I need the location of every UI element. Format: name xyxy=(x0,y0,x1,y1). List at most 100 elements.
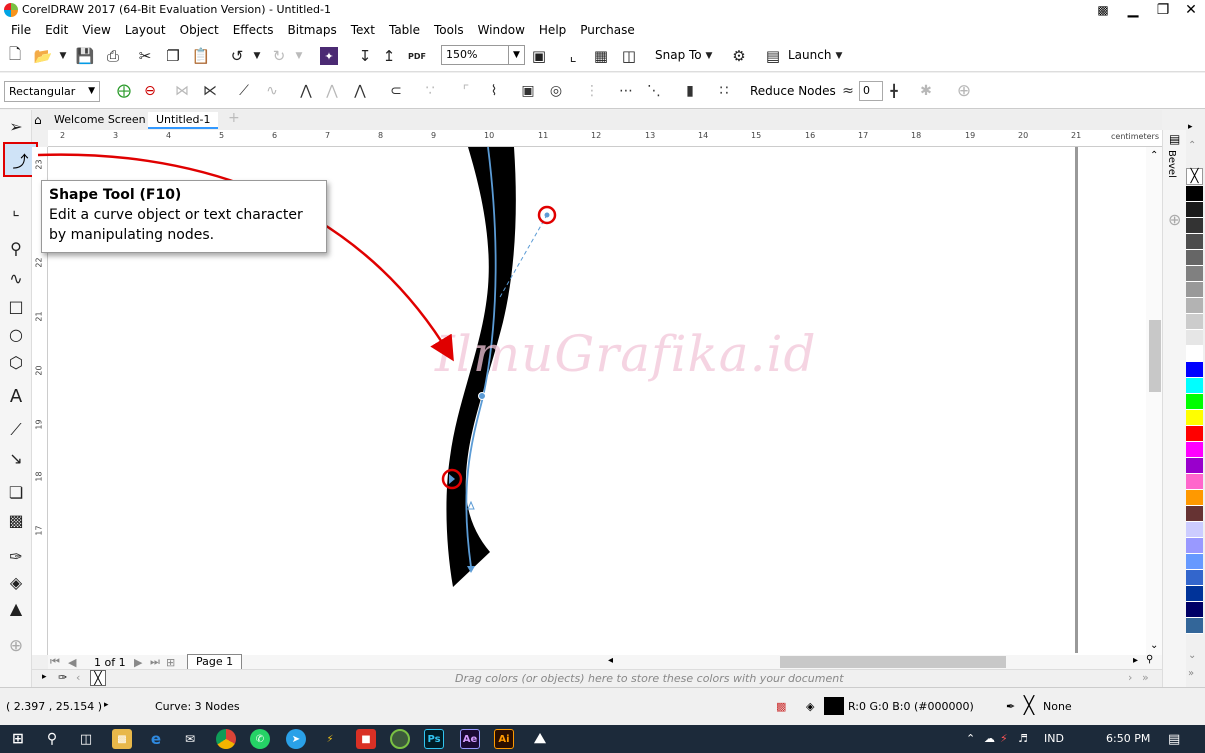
restore-button[interactable]: ❐ xyxy=(1148,0,1178,20)
no-color-swatch[interactable]: ╳ xyxy=(1186,168,1203,185)
zoom-nav-icon[interactable]: ⚲ xyxy=(1146,654,1153,665)
open-folder-icon[interactable]: 📂 xyxy=(34,47,53,65)
zoom-tool-icon[interactable]: ⚲ xyxy=(4,236,28,260)
menu-bitmaps[interactable]: Bitmaps xyxy=(281,23,344,37)
color-swatch[interactable] xyxy=(1186,330,1203,346)
tray-eyedropper-icon[interactable]: ✑ xyxy=(58,671,67,684)
action-center-icon[interactable]: ▤ xyxy=(1168,732,1180,747)
page-1-tab[interactable]: Page 1 xyxy=(187,654,243,669)
import-icon[interactable]: ↧ xyxy=(356,47,374,65)
color-swatch[interactable] xyxy=(1186,538,1203,554)
transparency-tool-icon[interactable]: ▩ xyxy=(4,508,28,532)
join-nodes-icon[interactable]: ⋈ xyxy=(172,81,192,101)
parallel-dimension-tool-icon[interactable]: ⟋ xyxy=(4,418,28,442)
publish-pdf-icon[interactable]: PDF xyxy=(408,47,426,65)
palette-scroll-up-icon[interactable]: ⌃ xyxy=(1188,140,1196,151)
user-account-icon[interactable]: ▩ xyxy=(1088,0,1118,20)
first-page-icon[interactable]: ⏮ xyxy=(50,655,60,669)
menu-layout[interactable]: Layout xyxy=(118,23,173,37)
horizontal-scroll-thumb[interactable] xyxy=(780,656,1006,668)
new-tab-icon[interactable]: + xyxy=(228,110,240,126)
color-swatch[interactable] xyxy=(1186,602,1203,618)
eyedropper-tool-icon[interactable]: ✑ xyxy=(4,544,28,568)
photos-app-icon[interactable]: ⛰ xyxy=(530,729,550,749)
scroll-down-icon[interactable]: ⌄ xyxy=(1150,640,1158,651)
color-swatch[interactable] xyxy=(1186,554,1203,570)
close-button[interactable]: ✕ xyxy=(1176,0,1205,20)
rectangle-tool-icon[interactable]: □ xyxy=(4,294,28,318)
color-swatch[interactable] xyxy=(1186,522,1203,538)
color-swatch[interactable] xyxy=(1186,474,1203,490)
whatsapp-icon[interactable]: ✆ xyxy=(250,729,270,749)
rotate-skew-nodes-icon[interactable]: ▣ xyxy=(518,81,538,101)
cusp-node-icon[interactable]: ⋀ xyxy=(296,81,316,101)
menu-purchase[interactable]: Purchase xyxy=(573,23,642,37)
color-swatch[interactable] xyxy=(1186,346,1203,362)
export-icon[interactable]: ↥ xyxy=(380,47,398,65)
color-swatch[interactable] xyxy=(1186,426,1203,442)
vertical-scrollbar[interactable] xyxy=(1146,147,1162,655)
color-swatch[interactable] xyxy=(1186,458,1203,474)
color-swatch[interactable] xyxy=(1186,410,1203,426)
tray-scroll-right-icon[interactable]: › xyxy=(1128,671,1132,684)
color-swatch[interactable] xyxy=(1186,282,1203,298)
selection-mode-select[interactable]: Rectangular ▼ xyxy=(4,81,100,102)
menu-edit[interactable]: Edit xyxy=(38,23,75,37)
fill-bucket-icon[interactable]: ◈ xyxy=(806,700,814,713)
color-swatch[interactable] xyxy=(1186,298,1203,314)
show-grid-icon[interactable]: ▦ xyxy=(592,47,610,65)
previous-page-icon[interactable]: ◀ xyxy=(68,655,76,669)
interactive-fill-tool-icon[interactable]: ◈ xyxy=(4,570,28,594)
edge-browser-icon[interactable]: e xyxy=(146,729,166,749)
zoom-level-input[interactable]: 150% xyxy=(441,45,509,65)
delete-node-icon[interactable]: ⊖ xyxy=(140,81,160,101)
fill-color-swatch[interactable] xyxy=(824,697,844,715)
color-swatch[interactable] xyxy=(1186,218,1203,234)
snap-to-dropdown[interactable]: Snap To xyxy=(655,48,702,62)
open-dropdown-icon[interactable]: ▼ xyxy=(54,47,72,65)
tray-expand-icon[interactable]: » xyxy=(1142,671,1149,684)
ellipse-tool-icon[interactable]: ○ xyxy=(4,322,28,346)
red-app-icon[interactable]: ■ xyxy=(356,729,376,749)
symmetrical-node-icon[interactable]: ⋀ xyxy=(350,81,370,101)
show-guidelines-icon[interactable]: ◫ xyxy=(620,47,638,65)
file-explorer-icon[interactable]: ▩ xyxy=(112,729,132,749)
task-view-icon[interactable]: ◫ xyxy=(76,729,96,749)
reverse-direction-icon[interactable]: ⊂ xyxy=(386,81,406,101)
pick-tool-icon[interactable]: ➢ xyxy=(4,114,28,138)
menu-effects[interactable]: Effects xyxy=(226,23,281,37)
cut-icon[interactable]: ✂ xyxy=(136,47,154,65)
outline-pen-icon[interactable]: ✒ xyxy=(1006,700,1015,713)
tray-no-color-swatch[interactable]: ╳ xyxy=(90,670,106,686)
horizontal-ruler[interactable] xyxy=(48,130,1162,147)
undo-dropdown-icon[interactable]: ▼ xyxy=(248,47,266,65)
color-swatch[interactable] xyxy=(1186,314,1203,330)
drop-shadow-tool-icon[interactable]: ❏ xyxy=(4,480,28,504)
scroll-right-icon[interactable]: ▸ xyxy=(1133,655,1138,666)
launch-dropdown[interactable]: Launch xyxy=(788,48,831,62)
elastic-mode-icon[interactable]: ⋱ xyxy=(644,81,664,101)
color-swatch[interactable] xyxy=(1186,618,1203,634)
text-tool-icon[interactable]: A xyxy=(4,384,28,408)
add-docker-icon[interactable]: ⊕ xyxy=(1168,210,1181,229)
break-curve-icon[interactable]: ⋉ xyxy=(200,81,220,101)
mail-icon[interactable]: ✉ xyxy=(180,729,200,749)
copy-icon[interactable]: ❐ xyxy=(164,47,182,65)
color-swatch[interactable] xyxy=(1186,202,1203,218)
menu-table[interactable]: Table xyxy=(382,23,427,37)
launch-app-icon[interactable]: ▤ xyxy=(764,47,782,65)
system-clock[interactable]: 6:50 PM xyxy=(1106,732,1150,745)
new-document-icon[interactable]: 🗋 xyxy=(6,45,24,65)
photoshop-icon[interactable]: Ps xyxy=(424,729,444,749)
telegram-icon[interactable]: ➤ xyxy=(286,729,306,749)
select-all-nodes-icon[interactable]: ▮ xyxy=(680,81,700,101)
snap-to-arrow-icon[interactable]: ▼ xyxy=(700,47,718,65)
tab-welcome-screen[interactable]: Welcome Screen xyxy=(46,112,154,129)
illustrator-icon[interactable]: Ai xyxy=(494,729,514,749)
palette-scroll-down-icon[interactable]: ⌄ xyxy=(1188,650,1196,661)
color-swatch[interactable] xyxy=(1186,490,1203,506)
reflect-horizontal-icon[interactable]: ⋮ xyxy=(582,81,602,101)
show-rulers-icon[interactable]: ⌞ xyxy=(564,47,582,65)
color-swatch[interactable] xyxy=(1186,506,1203,522)
tray-expand-icon[interactable]: ⌃ xyxy=(966,732,975,745)
